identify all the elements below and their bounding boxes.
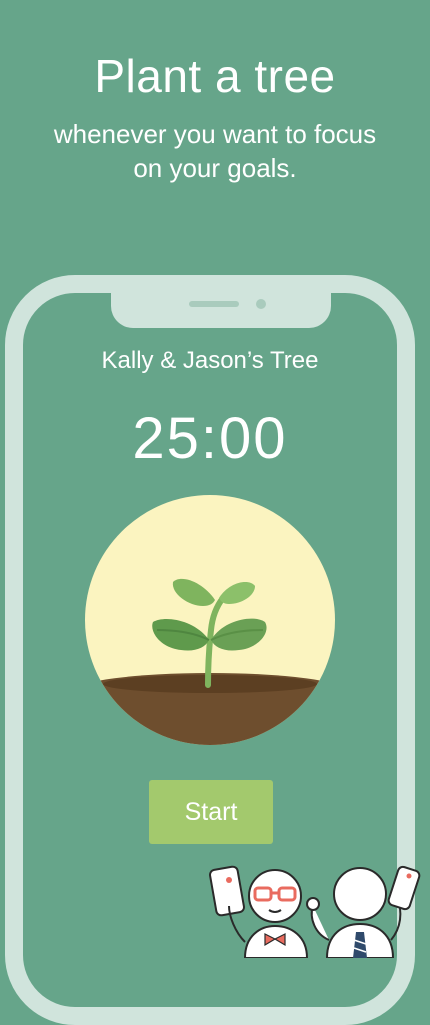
mascot-characters-illustration [209, 865, 421, 958]
timer-display: 25:00 [132, 406, 288, 471]
camera-icon [256, 299, 266, 309]
start-button[interactable]: Start [149, 780, 273, 844]
subheadline: whenever you want to focus on your goals… [53, 119, 377, 183]
headline: Plant a tree [94, 50, 336, 102]
sprout-icon [152, 578, 267, 688]
speaker-icon [189, 301, 239, 307]
tree-name: Kally & Jason’s Tree [101, 347, 319, 374]
plant-circle [85, 495, 335, 745]
phone-notch [111, 293, 331, 328]
